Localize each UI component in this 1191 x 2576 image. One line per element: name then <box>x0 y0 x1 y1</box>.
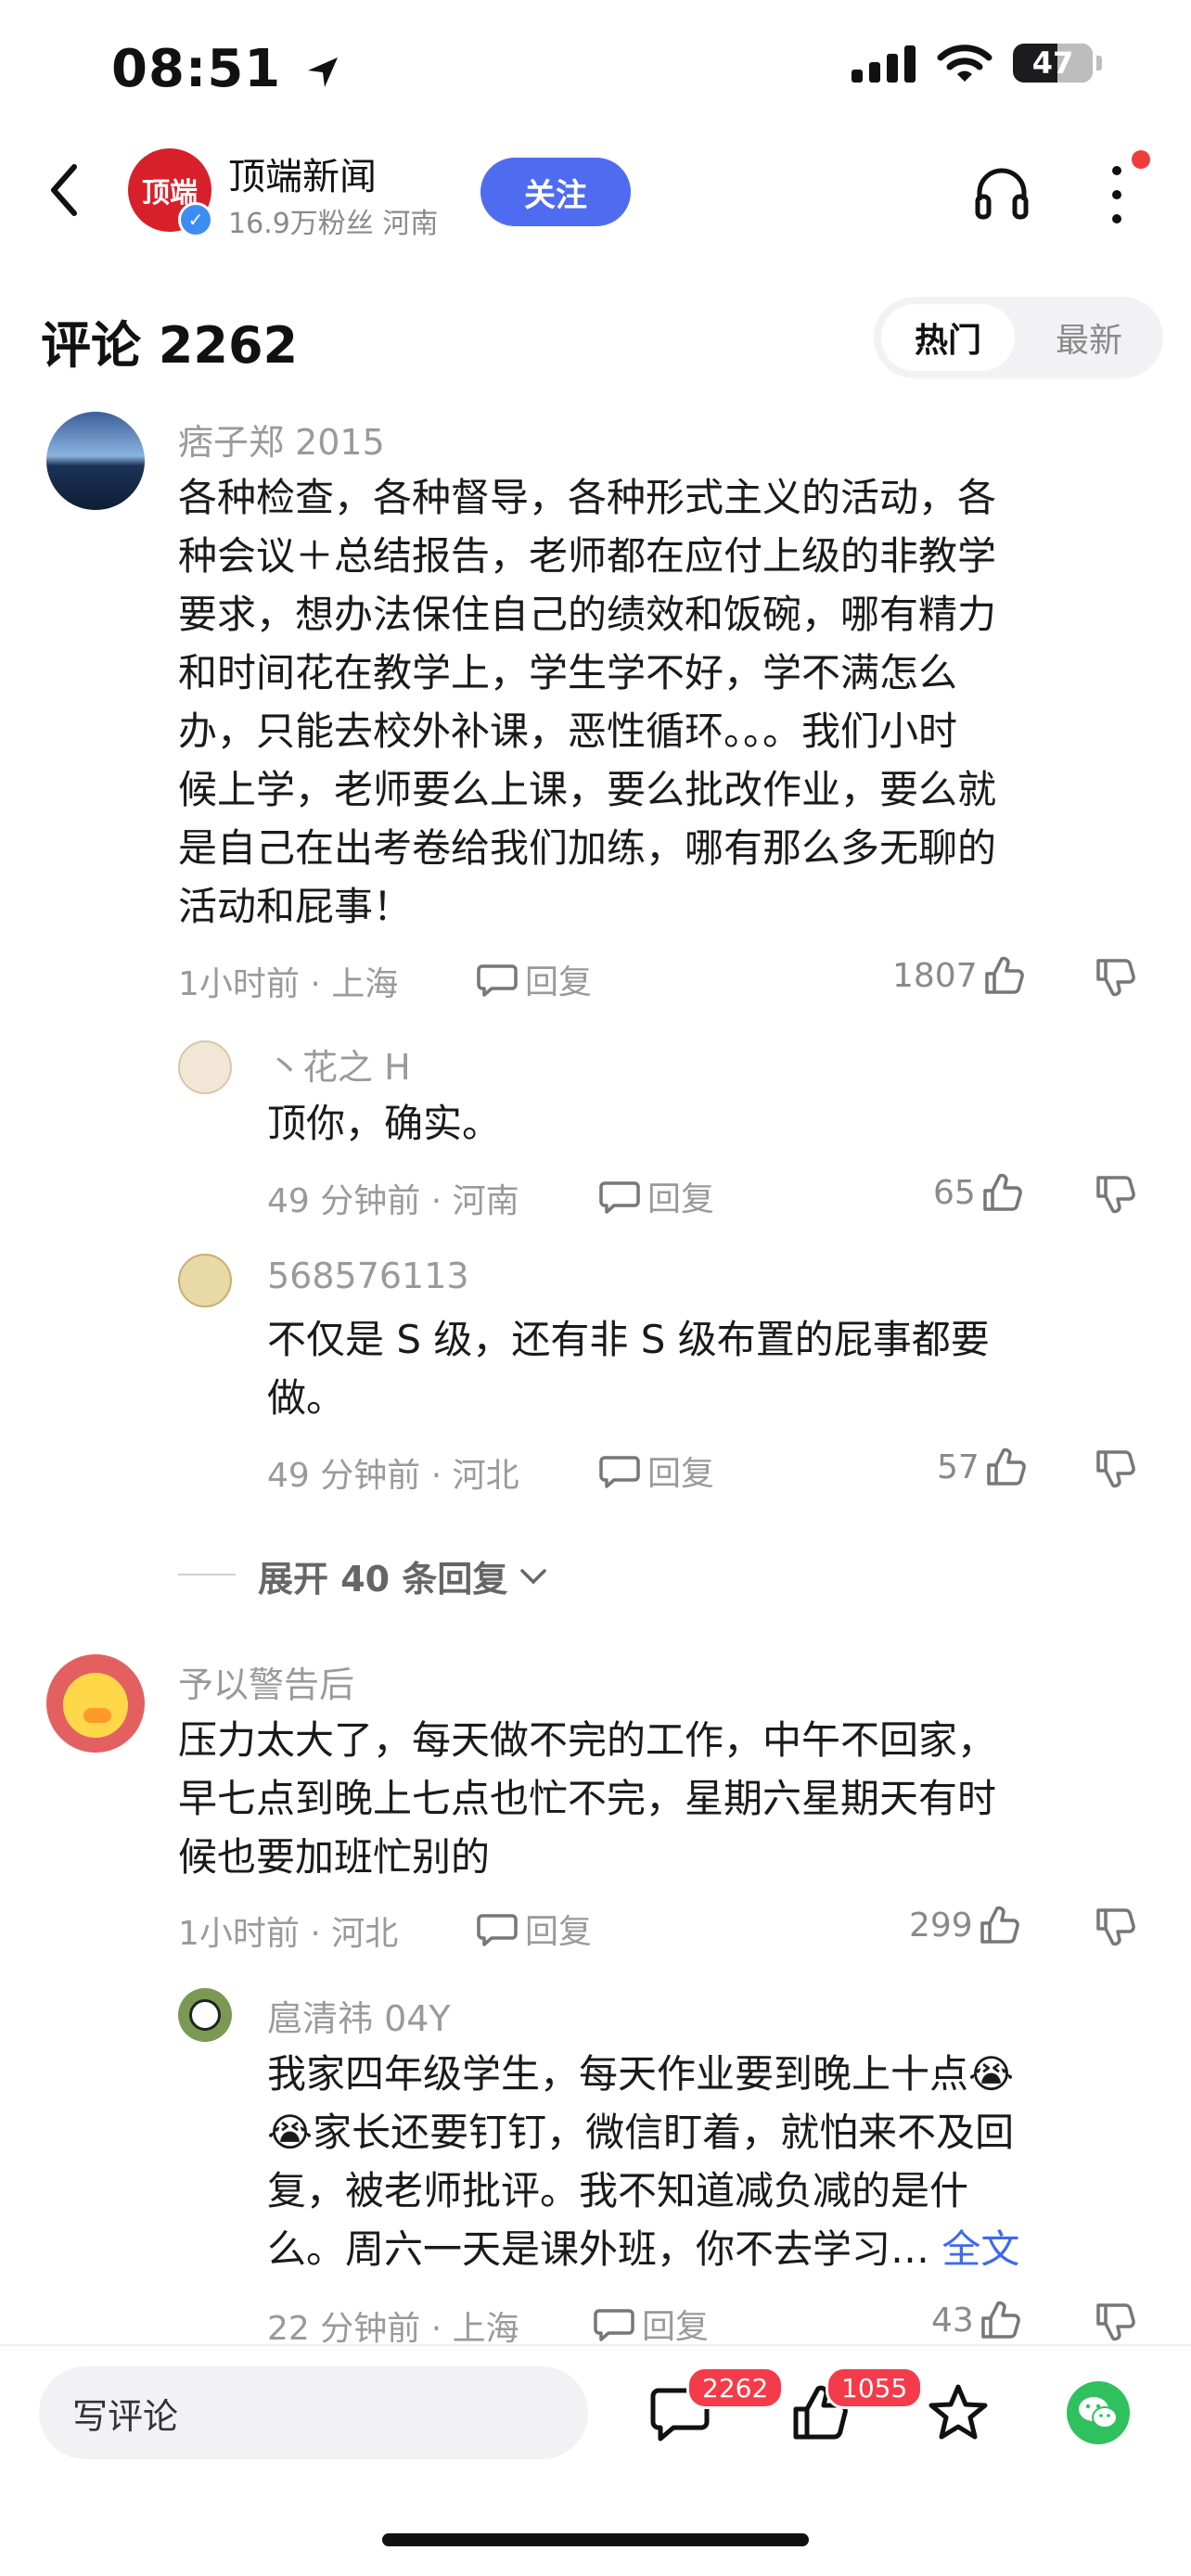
follow-button[interactable]: 关注 <box>480 158 631 226</box>
battery-tip <box>1096 56 1102 70</box>
thumbs-down-icon[interactable] <box>1095 2302 1137 2342</box>
thumbs-down-icon[interactable] <box>1095 1174 1137 1215</box>
status-icons: 47 <box>852 43 1102 83</box>
wechat-icon <box>1079 2397 1118 2429</box>
reply-time-location: 22 分钟前 · 上海 <box>267 2310 519 2348</box>
comment-text: 各种检查，各种督导，各种形式主义的活动，各 种会议＋总结报告，老师都在应付上级的非… <box>178 475 997 929</box>
thumbs-up-icon <box>984 956 1024 994</box>
thumbs-up-icon <box>987 1447 1026 1486</box>
comment-input[interactable]: 写评论 <box>39 2366 588 2459</box>
reply-icon <box>477 964 518 997</box>
reply-button[interactable]: 回复 <box>477 1905 592 1953</box>
headphone-icon[interactable] <box>972 163 1031 223</box>
like-button[interactable]: 57 <box>937 1447 1028 1487</box>
account-name[interactable]: 顶端新闻 <box>228 147 377 200</box>
comment-username[interactable]: 痞子郑 2015 <box>178 414 385 465</box>
divider <box>178 1574 236 1575</box>
expand-replies-button[interactable]: 展开 40 条回复 <box>258 1550 548 1601</box>
like-button[interactable]: 1807 <box>892 955 1026 996</box>
avatar[interactable] <box>178 1040 232 1094</box>
battery-icon: 47 <box>1013 44 1093 83</box>
thumbs-up-icon <box>980 1906 1019 1944</box>
tab-newest[interactable]: 最新 <box>1022 304 1156 371</box>
reply-button[interactable]: 回复 <box>594 2300 709 2348</box>
like-button[interactable]: 65 <box>933 1172 1024 1213</box>
reply-time-location: 49 分钟前 · 河南 <box>267 1182 519 1220</box>
comment-count-badge: 2262 <box>686 2366 785 2409</box>
reply-text: 我家四年级学生，每天作业要到晚上十点😭 😭家长还要钉钉，微信盯着，就怕来不及回 复… <box>267 2051 1020 2272</box>
reply-time-location: 49 分钟前 · 河北 <box>267 1457 519 1495</box>
wifi-icon <box>937 45 992 82</box>
more-icon[interactable] <box>1106 158 1128 232</box>
comment-text: 压力太大了，每天做不完的工作，中午不回家， 早七点到晚上七点也忙不完，星期六星期天… <box>178 1717 997 1880</box>
like-button[interactable]: 43 <box>931 2300 1022 2340</box>
notification-dot <box>1132 150 1150 169</box>
reply-button[interactable]: 回复 <box>599 1447 714 1495</box>
thumbs-down-icon[interactable] <box>1095 1448 1137 1489</box>
comment-time-location: 1小时前 · 上海 <box>178 965 399 1003</box>
reply-username[interactable]: 丶花之 H <box>267 1039 411 1090</box>
back-icon[interactable] <box>41 158 96 223</box>
verified-icon: ✓ <box>178 202 213 237</box>
comment-time-location: 1小时前 · 河北 <box>178 1915 399 1953</box>
reply-text: 不仅是 S 级，还有非 S 级布置的屁事都要 做。 <box>267 1317 990 1421</box>
avatar[interactable] <box>178 1988 232 2042</box>
favorite-star-icon[interactable] <box>928 2383 989 2442</box>
reply-icon <box>599 1181 640 1214</box>
reply-username[interactable]: 扈清祎 04Y <box>267 1990 451 2041</box>
thumbs-up-icon <box>983 1173 1022 1211</box>
full-text-link[interactable]: 全文 <box>941 2226 1019 2272</box>
chevron-down-icon <box>520 1568 547 1584</box>
status-time: 08:51 <box>111 39 341 99</box>
bottom-divider <box>0 2344 1191 2346</box>
like-button[interactable]: 299 <box>909 1905 1021 1945</box>
reply-icon <box>477 1914 518 1946</box>
cellular-signal-icon <box>852 45 916 83</box>
thumbs-down-icon[interactable] <box>1095 957 1137 998</box>
avatar[interactable] <box>46 412 145 510</box>
comments-title: 评论 2262 <box>41 316 299 375</box>
reply-icon <box>594 2309 634 2341</box>
reply-button[interactable]: 回复 <box>477 955 592 1003</box>
thumbs-up-icon <box>981 2301 1020 2339</box>
reply-text: 顶你，确实。 <box>267 1101 502 1146</box>
avatar[interactable] <box>46 1654 145 1753</box>
reply-icon <box>599 1456 640 1488</box>
home-indicator[interactable] <box>382 2533 809 2546</box>
wechat-share-icon[interactable] <box>1067 2381 1130 2444</box>
like-count-badge: 1055 <box>826 2366 924 2409</box>
tab-hot[interactable]: 热门 <box>881 304 1015 371</box>
thumbs-down-icon[interactable] <box>1095 1906 1137 1947</box>
reply-button[interactable]: 回复 <box>599 1172 714 1220</box>
account-subtitle: 16.9万粉丝 河南 <box>228 208 439 240</box>
location-arrow-icon <box>307 57 338 87</box>
reply-username[interactable]: 568576113 <box>267 1256 469 1296</box>
comment-username[interactable]: 予以警告后 <box>178 1656 354 1707</box>
avatar[interactable] <box>178 1254 232 1307</box>
